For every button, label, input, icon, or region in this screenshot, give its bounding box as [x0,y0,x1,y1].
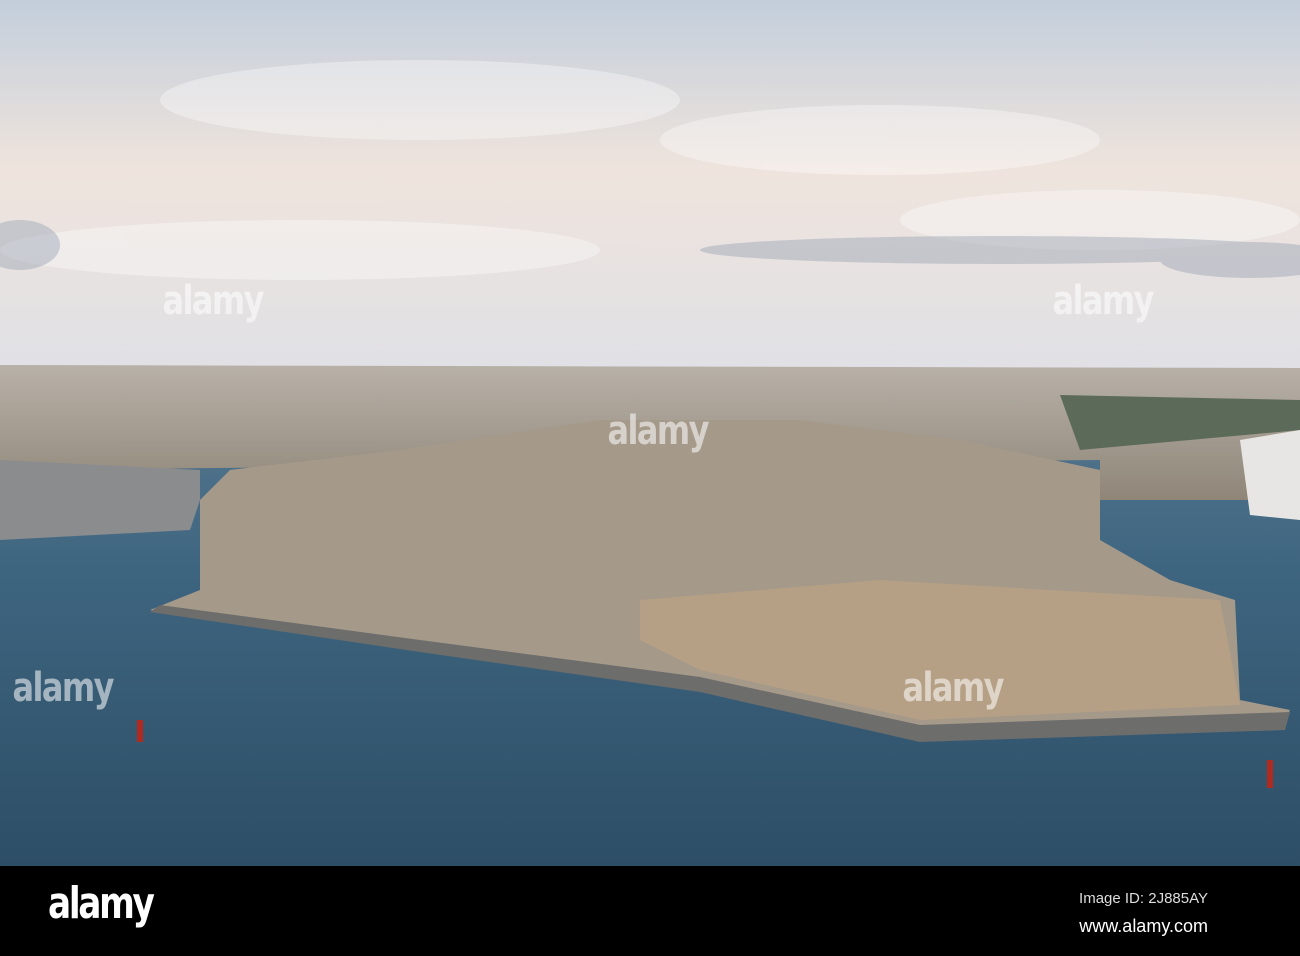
red-buoy [137,720,143,742]
footer-bar: alamy Image ID: 2J885AY www.alamy.com [0,866,1300,956]
red-buoy [1267,760,1273,788]
watermark: alamy [902,665,1005,711]
stock-photo: alamy alamy alamy alamy alamy alamy Imag… [0,0,1300,956]
cruise-ship [1240,430,1300,520]
watermark: alamy [1052,278,1155,324]
website-link: www.alamy.com [1079,916,1208,936]
watermark: alamy [162,278,265,324]
watermark: alamy [12,665,115,711]
image-id: Image ID: 2J885AY [1079,890,1208,907]
alamy-logo: alamy [48,878,155,929]
marina [0,460,200,540]
watermark: alamy [607,408,710,454]
